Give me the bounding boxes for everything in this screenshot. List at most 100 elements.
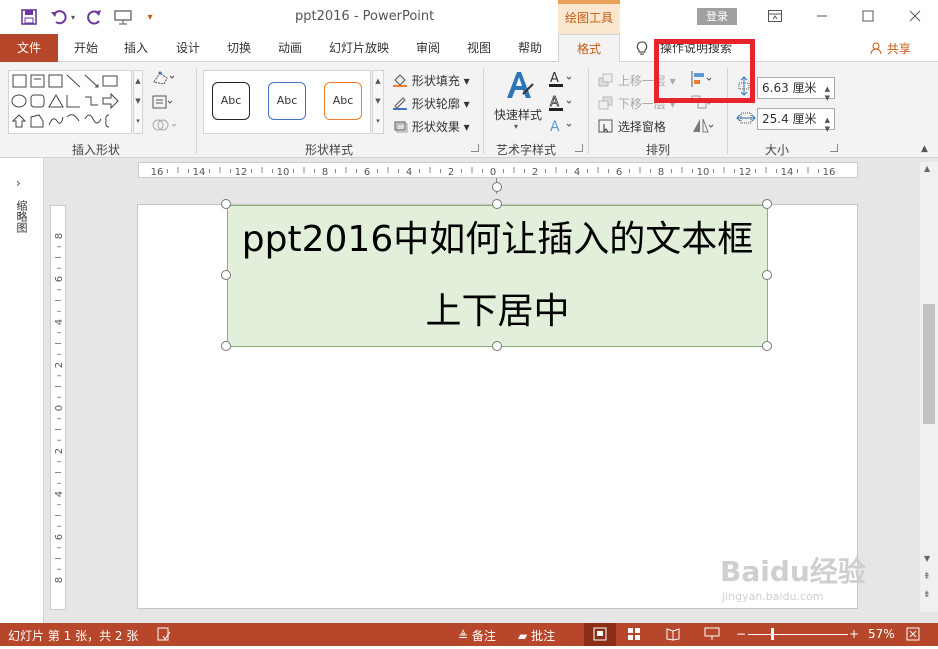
text-outline-icon[interactable]: A [548,94,574,115]
rotate-icon[interactable] [690,117,714,138]
group-separator [196,68,197,154]
height-spin-down-icon[interactable]: ▼ [825,88,830,108]
shape-height-input[interactable]: 6.63 厘米 ▲ ▼ [757,77,835,102]
reading-view-icon[interactable] [666,627,680,644]
maximize-icon[interactable] [856,5,880,27]
tab-file[interactable]: 文件 [0,34,58,62]
tab-view[interactable]: 视图 [467,34,491,62]
resize-handle-top-left[interactable] [221,199,231,209]
shape-effects-label: 形状效果 [411,120,460,134]
tab-review[interactable]: 审阅 [416,34,440,62]
ruler-label: 4 [54,491,65,497]
save-icon[interactable] [20,8,38,26]
vertical-ruler[interactable]: 8 6 4 2 0 2 4 6 8 [50,205,66,610]
resize-handle-top[interactable] [492,199,502,209]
tab-help[interactable]: 帮助 [518,34,542,62]
shape-style-preset-1[interactable]: Abc [212,82,250,120]
resize-handle-left[interactable] [221,270,231,280]
scroll-up-icon[interactable]: ▲ [924,164,930,173]
tab-home[interactable]: 开始 [74,34,98,62]
resize-handle-bottom[interactable] [492,341,502,351]
wordart-styles-launcher-icon[interactable] [575,144,583,152]
previous-slide-icon[interactable]: ⇞ [923,572,931,582]
ruler-label: 4 [574,167,580,178]
draw-textbox-icon[interactable] [152,94,174,113]
shape-fill-button[interactable]: 形状填充 ▾ [392,72,470,89]
presenter-view-icon[interactable] [114,8,132,26]
tab-slideshow[interactable]: 幻灯片放映 [329,34,389,62]
rotation-handle[interactable] [492,182,502,192]
comments-button[interactable]: ▰ 批注 [518,627,555,644]
group-label-arrange: 排列 [646,143,671,157]
spell-check-icon[interactable] [157,627,171,644]
resize-handle-right[interactable] [762,270,772,280]
shape-styles-scroll[interactable]: ▲ ▼ ▾ [372,70,384,134]
minimize-icon[interactable] [810,5,834,27]
selected-textbox[interactable]: ppt2016中如何让插入的文本框上下居中 [227,205,768,347]
selection-pane-button[interactable]: 选择窗格 [598,118,666,135]
slideshow-view-icon[interactable] [704,627,720,644]
slide-canvas[interactable]: ppt2016中如何让插入的文本框上下居中 [137,204,858,609]
next-slide-icon[interactable]: ⇟ [923,590,931,600]
shapes-gallery[interactable] [8,70,132,134]
send-backward-icon [598,96,614,111]
merge-shapes-icon[interactable] [152,117,178,136]
undo-icon[interactable] [50,8,68,26]
resize-handle-top-right[interactable] [762,199,772,209]
fit-to-window-icon[interactable] [906,627,920,644]
width-spin-down-icon[interactable]: ▼ [825,119,830,139]
shape-effects-button[interactable]: 形状效果 ▾ [392,118,470,135]
vertical-ruler-ticks: 8 6 4 2 0 2 4 6 8 [54,233,65,583]
zoom-level[interactable]: 57% [868,627,895,641]
login-button[interactable]: 登录 [697,8,737,25]
ruler-label: 2 [54,362,65,368]
shape-styles-launcher-icon[interactable] [471,144,479,152]
shape-outline-button[interactable]: 形状轮廓 ▾ [392,95,470,112]
tab-design[interactable]: 设计 [176,34,200,62]
size-launcher-icon[interactable] [830,144,838,152]
zoom-slider[interactable] [748,634,848,635]
tab-insert[interactable]: 插入 [124,34,148,62]
scrollbar-thumb[interactable] [923,304,935,424]
shapes-gallery-scroll[interactable]: ▲ ▼ ▾ [133,70,143,134]
resize-handle-bottom-left[interactable] [221,341,231,351]
redo-icon[interactable] [86,8,104,26]
resize-handle-bottom-right[interactable] [762,341,772,351]
text-fill-icon[interactable]: A [548,70,574,91]
group-label-shape-styles: 形状样式 [305,143,354,157]
edit-shape-icon[interactable] [152,70,175,89]
zoom-out-icon[interactable]: − [736,627,746,641]
normal-view-button[interactable] [584,623,616,646]
tab-format[interactable]: 格式 [558,34,620,63]
wordart-a-icon[interactable] [503,70,535,105]
slide-sorter-view-icon[interactable] [627,627,641,644]
customize-qat-icon[interactable]: ▾ [144,8,156,26]
quick-styles-dropdown-icon[interactable]: ▾ [514,122,518,131]
scroll-down-icon[interactable]: ▼ [924,554,930,563]
selection-pane-icon [598,119,614,134]
undo-dropdown-icon[interactable]: ▾ [68,8,78,26]
collapse-ribbon-icon[interactable]: ▲ [921,144,928,154]
shape-style-preset-2[interactable]: Abc [268,82,306,120]
expand-thumbnails-icon[interactable]: › [16,176,21,190]
quick-styles-button[interactable]: 快速样式 [494,106,542,123]
tab-transitions[interactable]: 切换 [227,34,251,62]
shape-effects-icon [392,120,408,134]
horizontal-ruler[interactable]: 16 14 12 10 8 6 4 2 0 2 4 6 8 10 12 14 16 [138,162,858,178]
shape-style-preset-3[interactable]: Abc [324,82,362,120]
zoom-slider-thumb[interactable] [771,628,774,640]
zoom-in-icon[interactable]: + [849,627,859,641]
annotation-highlight-box [654,39,755,103]
close-icon[interactable] [903,5,927,27]
ruler-label: 2 [448,167,454,178]
notes-button[interactable]: ≜ 备注 [458,627,496,644]
svg-text:A: A [550,71,559,86]
shape-width-input[interactable]: 25.4 厘米 ▲ ▼ [757,108,835,133]
share-button[interactable]: 共享 [870,40,911,57]
text-effects-icon[interactable]: A [548,117,574,138]
tab-animations[interactable]: 动画 [278,34,302,62]
lightbulb-icon [636,41,648,59]
group-separator [483,68,484,154]
ribbon-display-options-icon[interactable] [763,5,787,27]
vertical-scrollbar[interactable]: ▲ ▼ ⇞ ⇟ [920,162,938,612]
